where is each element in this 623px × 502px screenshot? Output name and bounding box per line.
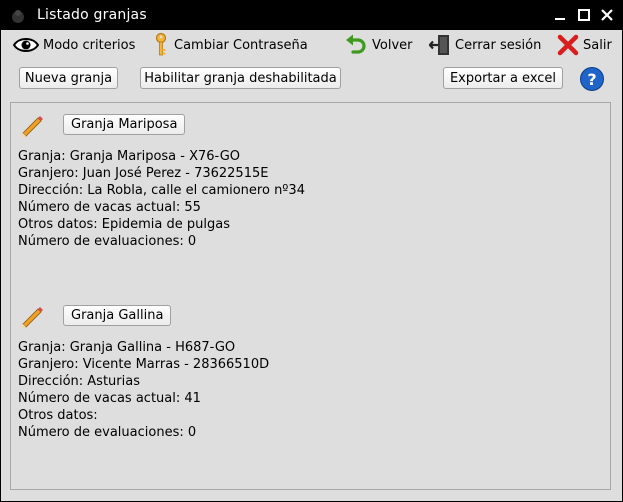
enable-disabled-farm-button[interactable]: Habilitar granja deshabilitada xyxy=(140,67,341,89)
farm-granja-line: Granja: Granja Gallina - H687-GO xyxy=(18,340,236,355)
app-window: Listado granjas Modo criterios Cambiar C… xyxy=(0,0,623,502)
change-password-button[interactable]: Cambiar Contraseña xyxy=(152,30,308,60)
farm-granjero-line: Granjero: Juan José Perez - 73622515E xyxy=(18,166,269,181)
logout-button[interactable]: Cerrar sesión xyxy=(429,30,541,60)
farm-otros-line: Otros datos: xyxy=(18,408,98,423)
farm-granja-line: Granja: Granja Mariposa - X76-GO xyxy=(18,149,241,164)
exit-button[interactable]: Salir xyxy=(557,30,612,60)
maximize-icon[interactable] xyxy=(576,7,592,23)
farm-details: Granja: Granja Gallina - H687-GO Granjer… xyxy=(18,339,269,441)
back-label: Volver xyxy=(372,37,413,53)
farm-direccion-line: Dirección: Asturias xyxy=(18,374,140,389)
farm-granjero-line: Granjero: Vicente Marras - 28366510D xyxy=(18,357,270,372)
new-farm-button[interactable]: Nueva granja xyxy=(19,67,118,89)
minimize-icon[interactable] xyxy=(552,7,568,23)
pencil-icon[interactable] xyxy=(19,303,45,329)
farm-name-button[interactable]: Granja Mariposa xyxy=(63,114,186,135)
logout-label: Cerrar sesión xyxy=(455,37,542,53)
eye-icon xyxy=(13,38,39,52)
criteria-mode-button[interactable]: Modo criterios xyxy=(13,30,135,60)
farm-otros-line: Otros datos: Epidemia de pulgas xyxy=(18,217,230,232)
red-x-icon xyxy=(557,34,579,56)
undo-arrow-icon xyxy=(346,34,366,54)
export-excel-button[interactable]: Exportar a excel xyxy=(443,67,563,89)
farm-vacas-line: Número de vacas actual: 41 xyxy=(18,391,201,406)
pencil-icon[interactable] xyxy=(19,112,45,138)
window-title: Listado granjas xyxy=(37,7,147,23)
change-password-label: Cambiar Contraseña xyxy=(174,37,308,53)
criteria-mode-label: Modo criterios xyxy=(43,37,136,53)
app-icon xyxy=(12,10,24,23)
farm-list-panel: Granja Mariposa Granja: Granja Mariposa … xyxy=(10,102,611,490)
farm-evaluaciones-line: Número de evaluaciones: 0 xyxy=(18,234,197,249)
farm-evaluaciones-line: Número de evaluaciones: 0 xyxy=(18,425,197,440)
farm-details: Granja: Granja Mariposa - X76-GO Granjer… xyxy=(18,148,305,250)
back-button[interactable]: Volver xyxy=(344,30,413,60)
key-icon xyxy=(155,32,167,56)
farm-vacas-line: Número de vacas actual: 55 xyxy=(18,200,201,215)
farm-name-button[interactable]: Granja Gallina xyxy=(63,305,172,326)
title-bar: Listado granjas xyxy=(1,1,622,30)
exit-label: Salir xyxy=(583,37,612,53)
toolbar: Modo criterios Cambiar Contraseña Volver xyxy=(1,30,622,62)
farm-direccion-line: Dirección: La Robla, calle el camionero … xyxy=(18,183,305,198)
help-icon[interactable]: ? xyxy=(580,67,604,91)
logout-door-icon xyxy=(429,35,449,55)
close-icon[interactable] xyxy=(599,7,615,23)
